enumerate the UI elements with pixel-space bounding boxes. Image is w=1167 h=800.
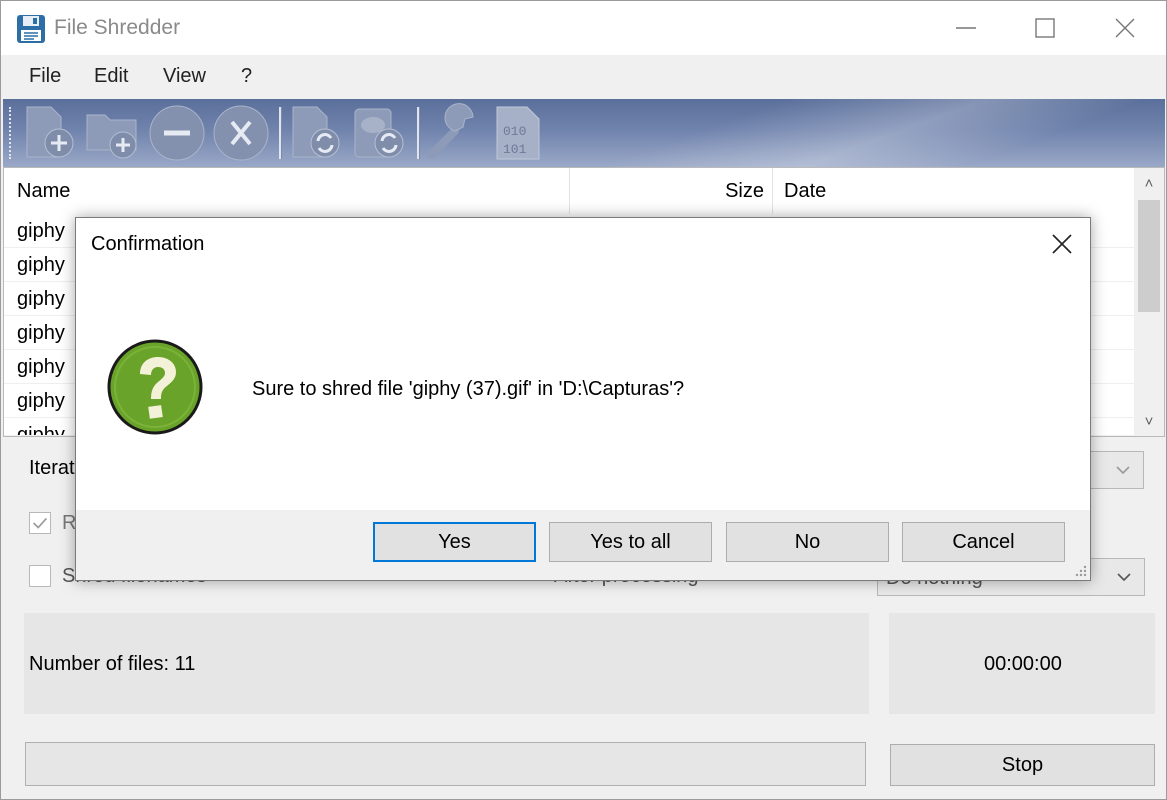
- yes-button[interactable]: Yes: [373, 522, 536, 562]
- minimize-icon: [956, 27, 976, 29]
- stop-button[interactable]: Stop: [890, 744, 1155, 786]
- cancel-button[interactable]: Cancel: [902, 522, 1065, 562]
- vertical-scrollbar[interactable]: ˄ ˅: [1134, 168, 1164, 436]
- add-folder-icon[interactable]: [83, 103, 143, 163]
- toolbar: 010 101: [3, 99, 1165, 167]
- option-checkbox-checked[interactable]: [29, 512, 51, 534]
- svg-text:101: 101: [503, 142, 527, 157]
- scroll-thumb[interactable]: [1138, 200, 1160, 312]
- status-panel: Number of files: 11: [24, 613, 869, 714]
- file-name: giphy: [17, 322, 65, 344]
- number-of-files: Number of files: 11: [29, 653, 196, 675]
- iterations-label: Iterat: [29, 457, 75, 479]
- close-icon: [1052, 234, 1072, 254]
- dialog-message: Sure to shred file 'giphy (37).gif' in '…: [252, 378, 685, 400]
- scroll-down-icon[interactable]: ˅: [1134, 406, 1164, 436]
- iterations-combo[interactable]: [1086, 451, 1144, 489]
- shred-file-icon[interactable]: [287, 103, 347, 163]
- close-window-button[interactable]: [1085, 1, 1165, 55]
- dialog-close-button[interactable]: [1042, 224, 1082, 264]
- add-file-icon[interactable]: [21, 103, 81, 163]
- maximize-button[interactable]: [1005, 1, 1085, 55]
- column-name[interactable]: Name: [4, 168, 570, 214]
- clear-icon[interactable]: [211, 103, 271, 163]
- no-button[interactable]: No: [726, 522, 889, 562]
- elapsed-timer: 00:00:00: [984, 653, 1062, 675]
- confirmation-dialog: Confirmation Sure to shred file 'giphy (…: [75, 217, 1091, 581]
- dialog-title: Confirmation: [91, 233, 205, 255]
- file-name: giphy: [17, 424, 65, 436]
- binary-icon[interactable]: 010 101: [489, 103, 549, 163]
- resize-grip-icon[interactable]: [1073, 563, 1087, 577]
- file-name: giphy: [17, 220, 65, 242]
- file-name: giphy: [17, 288, 65, 310]
- shred-filenames-checkbox[interactable]: [29, 565, 51, 587]
- file-name: giphy: [17, 390, 65, 412]
- yes-to-all-button[interactable]: Yes to all: [549, 522, 712, 562]
- menu-file[interactable]: File: [29, 65, 61, 88]
- toolbar-separator: [417, 107, 420, 159]
- minimize-button[interactable]: [926, 1, 1006, 55]
- checkmark-icon: [33, 517, 47, 529]
- chevron-down-icon: [1116, 466, 1130, 475]
- floppy-disk-icon: [17, 15, 45, 43]
- file-name: giphy: [17, 254, 65, 276]
- column-size[interactable]: Size: [570, 168, 773, 214]
- question-icon: [107, 339, 203, 435]
- menu-edit[interactable]: Edit: [94, 65, 128, 88]
- svg-text:010: 010: [503, 124, 526, 139]
- scroll-up-icon[interactable]: ˄: [1134, 168, 1164, 198]
- window-title: File Shredder: [54, 16, 181, 39]
- menu-bar: File Edit View ?: [1, 55, 1166, 99]
- column-date-label: Date: [784, 180, 827, 202]
- shred-disk-icon[interactable]: [349, 103, 409, 163]
- toolbar-separator: [279, 107, 282, 159]
- progress-bar: [25, 742, 866, 786]
- file-name: giphy: [17, 356, 65, 378]
- menu-view[interactable]: View: [163, 65, 206, 88]
- column-size-label: Size: [725, 180, 764, 202]
- column-date[interactable]: Date: [773, 168, 1134, 214]
- column-name-label: Name: [17, 180, 71, 202]
- timer-panel: 00:00:00: [889, 613, 1155, 714]
- chevron-down-icon: [1117, 573, 1131, 582]
- menu-help[interactable]: ?: [241, 65, 252, 88]
- title-bar: File Shredder: [1, 1, 1166, 55]
- settings-wrench-icon[interactable]: [425, 103, 485, 163]
- remove-icon[interactable]: [147, 103, 207, 163]
- toolbar-grip: [9, 107, 12, 159]
- close-icon: [1115, 18, 1135, 38]
- maximize-icon: [1035, 18, 1055, 38]
- dialog-button-bar: Yes Yes to all No Cancel: [76, 510, 1090, 580]
